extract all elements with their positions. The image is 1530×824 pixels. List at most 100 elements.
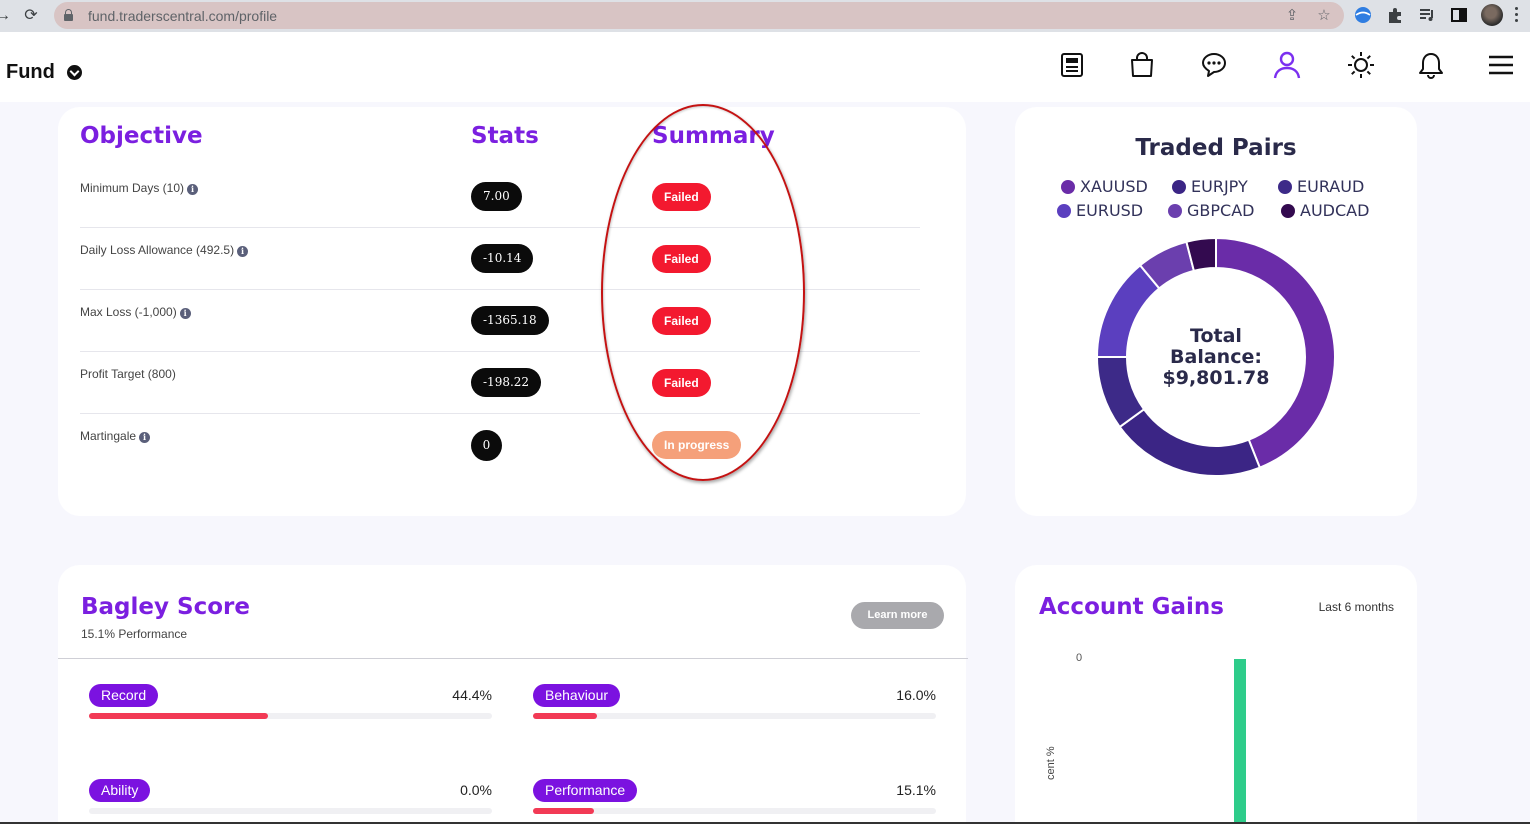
shopping-bag-icon[interactable] [1127,50,1157,80]
bagley-score-card: Bagley Score 15.1% Performance Learn mor… [58,565,968,824]
chevron-down-icon[interactable] [67,65,82,80]
summary-heading: Summary [652,123,775,149]
extension-globe-icon[interactable] [1354,6,1372,24]
metric-tag: Performance [533,779,638,802]
back-arrow-icon[interactable]: → [0,5,14,27]
side-panel-icon[interactable] [1450,6,1468,24]
total-balance-value: $9,801.78 [1162,367,1270,389]
profile-avatar[interactable] [1481,4,1503,26]
stat-value: 0 [471,430,502,461]
total-balance: Total Balance: $9,801.78 [1015,326,1417,389]
sun-icon[interactable] [1346,50,1376,80]
status-badge: Failed [652,369,711,397]
progress-track [89,808,492,814]
browser-toolbar: → ⟳ fund.traderscentral.com/profile ⇪ ☆ [0,0,1530,32]
stat-value: -198.22 [471,368,542,397]
chat-icon[interactable] [1199,50,1229,80]
objective-label: Minimum Days (10) [80,181,185,195]
metric-value: 0.0% [460,782,492,798]
bagley-title: Bagley Score [81,594,250,620]
metric-tag: Record [89,684,159,707]
total-balance-line2: Balance: [1170,346,1262,368]
legend-swatch [1168,204,1182,218]
objective-label: Profit Target (800) [80,367,176,381]
reload-icon[interactable]: ⟳ [20,5,42,27]
objective-label: Martingale [80,429,137,443]
gain-bar[interactable] [1234,659,1246,824]
objectives-card: Objective Stats Summary Minimum Days (10… [58,107,966,516]
legend-label: GBPCAD [1187,201,1255,220]
puzzle-icon[interactable] [1386,6,1404,24]
progress-fill [89,713,268,719]
legend-swatch [1278,180,1292,194]
objective-row: Profit Target (800) -198.22 Failed [80,352,920,414]
legend-item[interactable]: GBPCAD [1168,201,1254,220]
objective-heading: Objective [80,123,203,149]
legend-swatch [1281,204,1295,218]
objective-row: Martingale i 0 In progress [80,414,920,476]
url-text: fund.traderscentral.com/profile [88,8,278,24]
account-gains-card: Account Gains Last 6 months 0 cent % [1015,565,1417,824]
y-tick-label: 0 [1076,652,1083,664]
progress-fill [533,713,598,719]
stat-value: 7.00 [471,182,522,211]
legend-item[interactable]: EURJPY [1172,177,1248,196]
document-icon[interactable] [1057,50,1087,80]
legend-swatch [1172,180,1186,194]
legend-swatch [1061,180,1075,194]
info-icon[interactable]: i [237,246,249,257]
media-queue-icon[interactable] [1418,6,1436,24]
info-icon[interactable]: i [139,432,151,443]
lock-icon [64,9,73,21]
objective-row: Max Loss (-1,000) i -1365.18 Failed [80,290,920,352]
bell-icon[interactable] [1416,50,1446,80]
metric-value: 15.1% [896,782,936,798]
progress-track [89,713,492,719]
metric-value: 44.4% [452,687,492,703]
legend-label: AUDCAD [1300,201,1370,220]
progress-track [533,713,936,719]
stat-value: -10.14 [471,244,534,273]
objective-row: Daily Loss Allowance (492.5) i -10.14 Fai… [80,228,920,290]
learn-more-button[interactable]: Learn more [851,602,944,629]
legend-item[interactable]: EURUSD [1057,201,1143,220]
address-bar[interactable]: fund.traderscentral.com/profile ⇪ ☆ [54,2,1344,29]
legend-item[interactable]: AUDCAD [1281,201,1369,220]
browser-menu-icon[interactable] [1515,6,1519,24]
progress-fill [533,808,594,814]
traded-pairs-title: Traded Pairs [1135,135,1297,161]
menu-icon[interactable] [1486,50,1516,80]
brand-title: Fund [6,61,55,83]
objective-label: Daily Loss Allowance (492.5) [80,243,235,257]
share-icon[interactable]: ⇪ [1282,6,1302,24]
status-badge: Failed [652,183,711,211]
account-gains-title: Account Gains [1039,594,1224,620]
donut-slice-eurjpy[interactable] [1118,407,1262,477]
progress-track [533,808,936,814]
divider [58,658,968,659]
metric-tag: Behaviour [533,684,621,707]
total-balance-line1: Total [1190,325,1242,347]
info-icon[interactable]: i [179,308,191,319]
y-axis-label: cent % [1045,746,1057,780]
stats-heading: Stats [471,123,539,149]
objective-row: Minimum Days (10) i 7.00 Failed [80,166,920,228]
legend-label: XAUUSD [1080,177,1148,196]
legend-label: EURJPY [1191,177,1248,196]
objective-label: Max Loss (-1,000) [80,305,177,319]
range-selector[interactable]: Last 6 months [1319,600,1394,614]
traded-pairs-card: Traded Pairs XAUUSD EURJPY EURAUD EURUSD… [1015,107,1417,516]
legend-item[interactable]: XAUUSD [1061,177,1148,196]
legend-label: EURUSD [1076,201,1144,220]
legend-swatch [1057,204,1071,218]
status-badge: Failed [652,307,711,335]
bagley-subtitle: 15.1% Performance [81,627,188,641]
stat-value: -1365.18 [471,306,549,335]
user-icon[interactable] [1272,50,1302,80]
star-icon[interactable]: ☆ [1314,6,1334,24]
metric-tag: Ability [89,779,151,802]
legend-label: EURAUD [1297,177,1365,196]
status-badge: In progress [652,431,742,459]
info-icon[interactable]: i [187,184,199,195]
legend-item[interactable]: EURAUD [1278,177,1364,196]
